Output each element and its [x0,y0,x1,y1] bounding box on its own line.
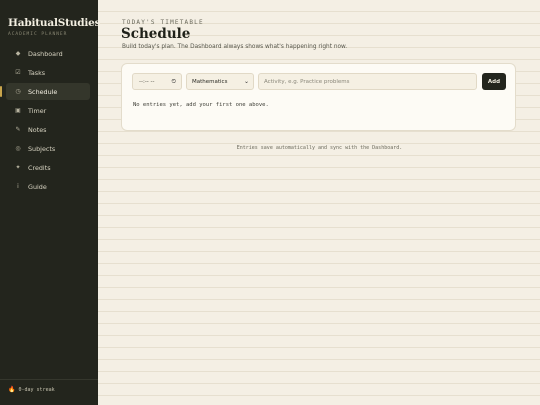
page-title: Schedule [121,26,191,42]
schedule-entry-card: --:-- -- ⏲ Mathematics ⌄ Activity, e.g. … [121,63,516,131]
star-icon: ✦ [15,164,21,171]
checkbox-icon: ☑ [15,69,21,76]
subject-select[interactable]: Mathematics ⌄ [186,73,254,90]
timer-icon: ▣ [15,107,21,114]
sidebar-item-label: Tasks [28,68,46,77]
clock-icon: ◷ [15,88,21,95]
sidebar-item-timer[interactable]: ▣ Timer [6,102,90,119]
sidebar-item-label: Timer [28,106,47,115]
add-button[interactable]: Add [482,73,506,90]
sidebar-nav: ◆ Dashboard ☑ Tasks ◷ Schedule ▣ Timer ✎… [0,45,90,197]
streak-label: 0-day streak [18,386,55,393]
page-subtitle: Build today's plan. The Dashboard always… [122,44,348,50]
sidebar-item-label: Notes [28,125,47,134]
sidebar-divider [0,379,98,380]
time-input[interactable]: --:-- -- ⏲ [132,73,182,90]
autosave-note: Entries save automatically and sync with… [236,145,403,151]
sidebar-item-tasks[interactable]: ☑ Tasks [6,64,90,81]
target-icon: ◎ [15,145,21,152]
sidebar: HabitualStudies. ACADEMIC PLANNER ◆ Dash… [0,0,106,405]
activity-placeholder: Activity, e.g. Practice problems [264,78,350,85]
subject-value: Mathematics [192,78,228,85]
info-icon: i [17,183,19,190]
sidebar-item-credits[interactable]: ✦ Credits [6,159,90,176]
sidebar-item-label: Schedule [28,87,58,96]
page-eyebrow: TODAY'S TIMETABLE [122,19,204,26]
brand-name: HabitualStudies [8,17,101,29]
sidebar-item-label: Dashboard [28,49,63,58]
sidebar-item-label: Credits [28,163,51,172]
streak-indicator: 🔥 0-day streak [8,386,55,393]
sidebar-item-notes[interactable]: ✎ Notes [6,121,90,138]
fire-icon: 🔥 [8,386,16,393]
time-value: --:-- -- [139,78,155,85]
brand: HabitualStudies. ACADEMIC PLANNER [8,11,106,37]
main-content: TODAY'S TIMETABLE Schedule Build today's… [98,0,540,405]
brand-tagline: ACADEMIC PLANNER [8,32,68,37]
sidebar-item-subjects[interactable]: ◎ Subjects [6,140,90,157]
chevron-down-icon: ⌄ [243,78,249,85]
activity-input[interactable]: Activity, e.g. Practice problems [258,73,477,90]
sidebar-item-label: Subjects [28,144,56,153]
sidebar-item-label: Guide [28,182,47,191]
clock-icon: ⏲ [171,78,176,85]
pencil-icon: ✎ [15,126,21,133]
sidebar-item-dashboard[interactable]: ◆ Dashboard [6,45,90,62]
sidebar-item-schedule[interactable]: ◷ Schedule [0,83,90,100]
empty-state-message: No entries yet, add your first one above… [133,102,269,108]
diamond-icon: ◆ [15,50,21,57]
sidebar-item-guide[interactable]: i Guide [6,178,90,195]
